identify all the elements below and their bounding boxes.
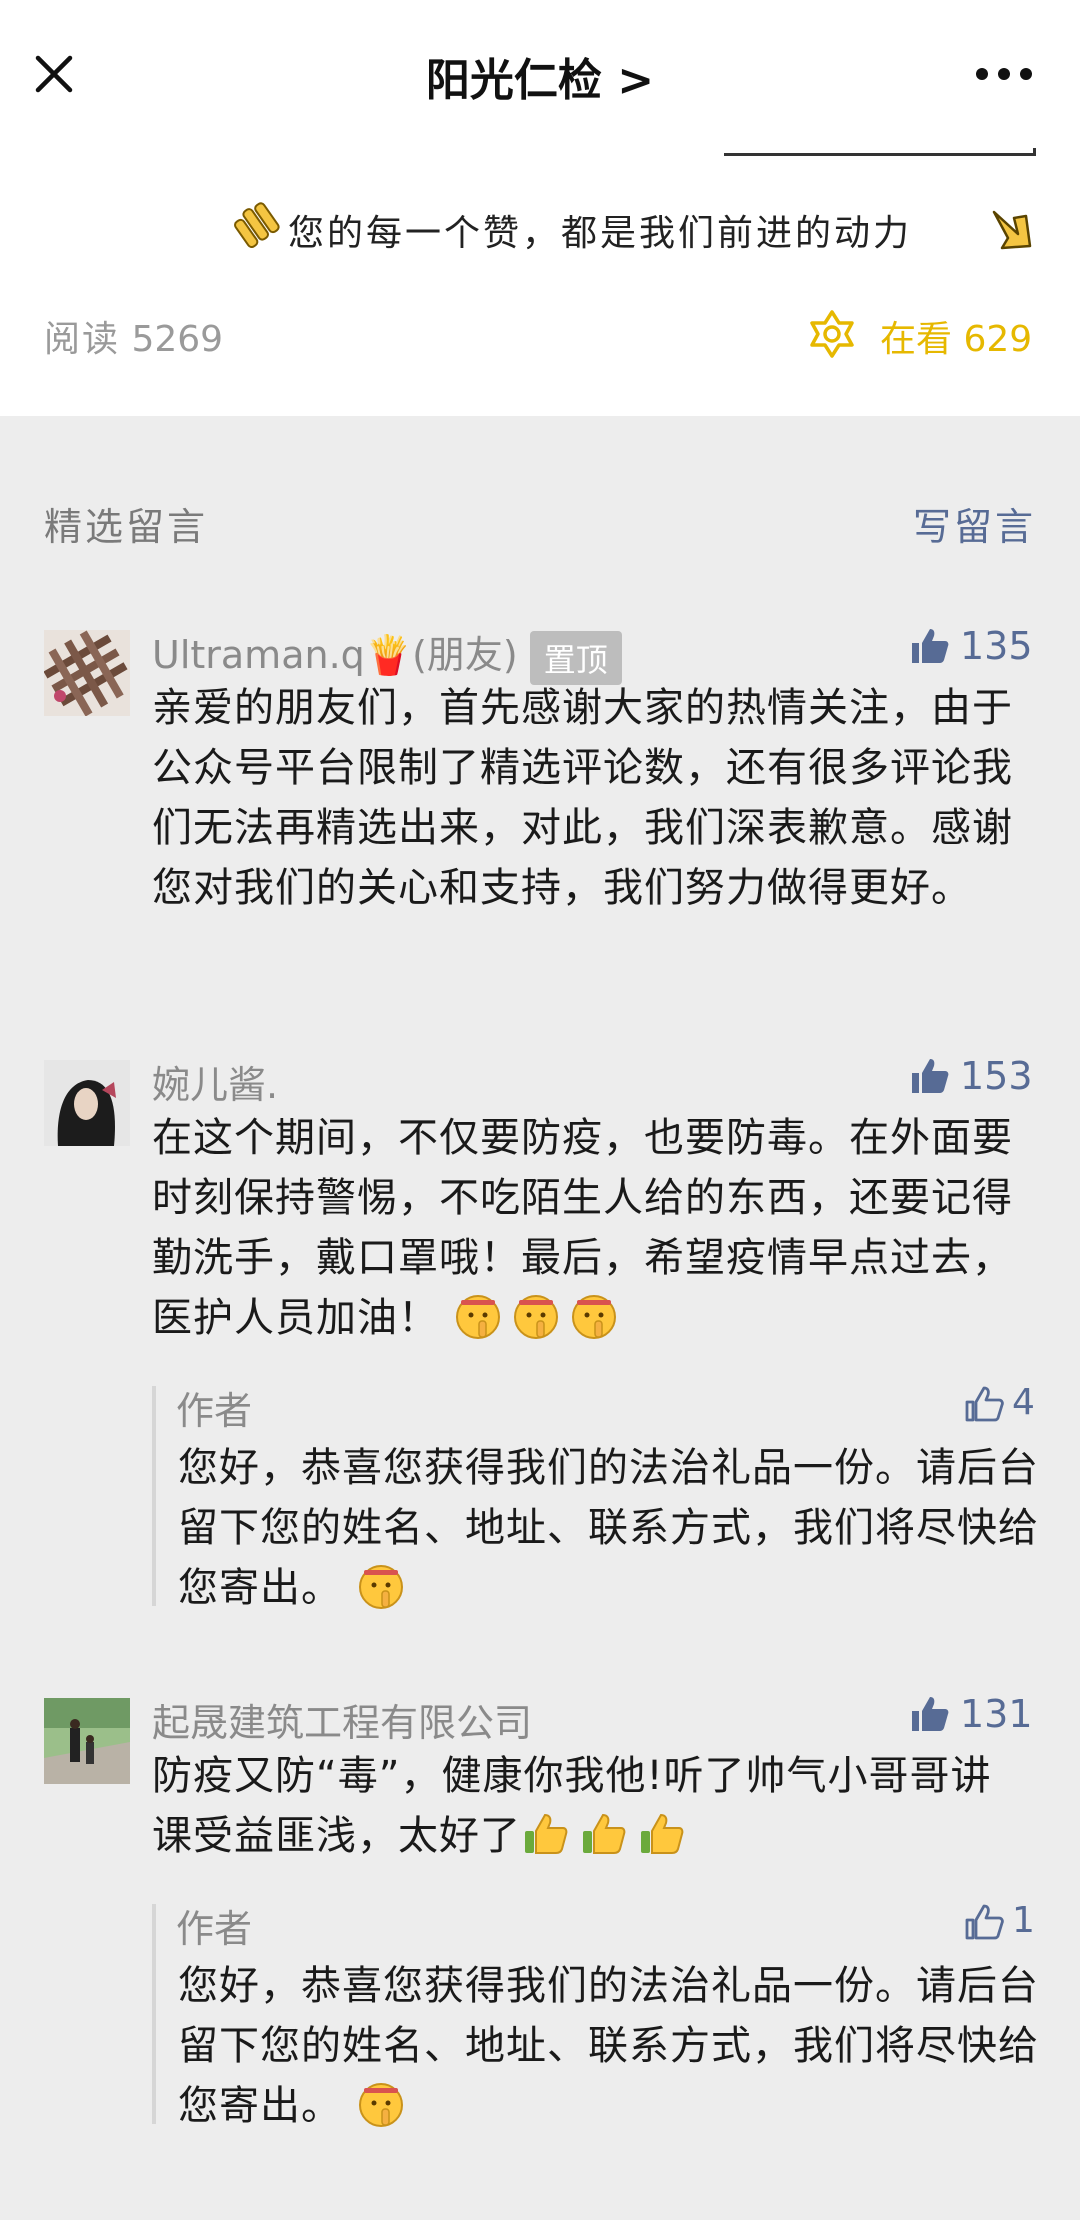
like-count: 153 [960, 1054, 1033, 1098]
thumbs-up-filled-icon [912, 629, 949, 663]
comment-text-body: 防疫又防“毒”，健康你我他!听了帅气小哥哥讲课受益匪浅，太好了 [152, 1753, 992, 1859]
author-reply: 作者 1 您好，恭喜您获得我们的法治礼品一份。请后台留下您的姓名、地址、联系方式… [152, 1900, 1038, 2129]
clap-emoji-icon [230, 194, 284, 249]
point-down-emoji-icon [988, 204, 1036, 254]
slogan-text: 您的每一个赞，都是我们前进的动力 [288, 213, 913, 254]
like-count: 135 [960, 624, 1033, 668]
reply-text-body: 您好，恭喜您获得我们的法治礼品一份。请后台留下您的姓名、地址、联系方式，我们将尽… [178, 1963, 1039, 2129]
shush-emoji-icon [356, 2079, 406, 2129]
like-button[interactable]: 131 [910, 1692, 1034, 1740]
thumbs-up-emoji-icon [637, 1809, 687, 1859]
thumbs-up-emoji-icon [579, 1809, 629, 1859]
comment-item: 婉儿酱. 153 在这个期间，不仅要防疫，也要防毒。在外面要时刻保持警惕，不吃陌… [0, 1054, 1080, 1614]
reply-author: 作者 [176, 1907, 253, 1951]
reply-like-count: 1 [1012, 1900, 1035, 1941]
comment-text: 亲爱的朋友们，首先感谢大家的热情关注，由于公众号平台限制了精选评论数，还有很多评… [152, 685, 1013, 911]
page-title[interactable]: 阳光仁检 > [0, 44, 1080, 108]
like-button[interactable]: 135 [910, 624, 1034, 672]
write-comment-link[interactable]: 写留言 [913, 496, 1036, 551]
avatar[interactable] [44, 1698, 130, 1784]
pinned-badge: 置顶 [529, 630, 622, 685]
wow-count: 629 [963, 319, 1033, 360]
article-footer: 您的每一个赞，都是我们前进的动力 阅读 5269 在看 629 [0, 148, 1080, 416]
like-button[interactable]: 153 [910, 1054, 1034, 1102]
read-count: 阅读 5269 [44, 310, 223, 362]
read-number: 5269 [131, 319, 224, 360]
avatar[interactable] [44, 1060, 130, 1146]
comment-text: 防疫又防“毒”，健康你我他!听了帅气小哥哥讲课受益匪浅，太好了 [152, 1746, 1032, 1866]
reply-like-button[interactable]: 4 [964, 1382, 1038, 1430]
wow-flower-icon [806, 308, 858, 360]
section-title: 精选留言 [44, 505, 209, 549]
reply-like-button[interactable]: 1 [964, 1900, 1038, 1948]
shush-emoji-icon [569, 1291, 619, 1341]
like-count: 131 [960, 1692, 1033, 1736]
reply-like-count: 4 [1012, 1382, 1035, 1423]
comment-item: Ultraman.q🍟(朋友) 置顶 135 亲爱的朋友们，首先感谢大家的热情关注… [0, 624, 1080, 984]
wow-text: 在看 629 [880, 310, 1032, 362]
comment-item: 起晟建筑工程有限公司 131 防疫又防“毒”，健康你我他!听了帅气小哥哥讲课受益… [0, 1692, 1080, 2142]
thumbs-up-filled-icon [912, 1059, 949, 1093]
shush-emoji-icon [511, 1291, 561, 1341]
thumbs-up-outline-icon [965, 1386, 1004, 1422]
thumbs-up-filled-icon [912, 1697, 949, 1731]
thumbs-up-emoji-icon [521, 1809, 571, 1859]
wow-label: 在看 [880, 319, 953, 360]
thumbs-up-outline-icon [965, 1904, 1004, 1940]
author-reply: 作者 4 您好，恭喜您获得我们的法治礼品一份。请后台留下您的姓名、地址、联系方式… [152, 1382, 1038, 1611]
slogan-row: 您的每一个赞，都是我们前进的动力 [230, 190, 1040, 270]
reply-author: 作者 [176, 1389, 253, 1433]
divider [724, 148, 1036, 156]
comments-header: 精选留言 写留言 [44, 496, 1036, 549]
shush-emoji-icon [453, 1291, 503, 1341]
more-dots-icon[interactable] [968, 52, 1040, 96]
reply-text-body: 您好，恭喜您获得我们的法治礼品一份。请后台留下您的姓名、地址、联系方式，我们将尽… [178, 1445, 1039, 1611]
commenter-name[interactable]: Ultraman.q🍟(朋友) 置顶 [152, 624, 622, 685]
reply-text: 您好，恭喜您获得我们的法治礼品一份。请后台留下您的姓名、地址、联系方式，我们将尽… [178, 1956, 1040, 2136]
commenter-name-text: Ultraman.q🍟(朋友) [152, 633, 518, 677]
reply-text: 您好，恭喜您获得我们的法治礼品一份。请后台留下您的姓名、地址、联系方式，我们将尽… [178, 1438, 1040, 1618]
comment-text: 在这个期间，不仅要防疫，也要防毒。在外面要时刻保持警惕，不吃陌生人给的东西，还要… [152, 1108, 1032, 1348]
commenter-name[interactable]: 婉儿酱. [152, 1054, 278, 1109]
avatar[interactable] [44, 630, 130, 716]
shush-emoji-icon [356, 1561, 406, 1611]
top-bar: 阳光仁检 > [0, 0, 1080, 148]
read-label: 阅读 [44, 319, 121, 360]
commenter-name[interactable]: 起晟建筑工程有限公司 [152, 1692, 532, 1747]
